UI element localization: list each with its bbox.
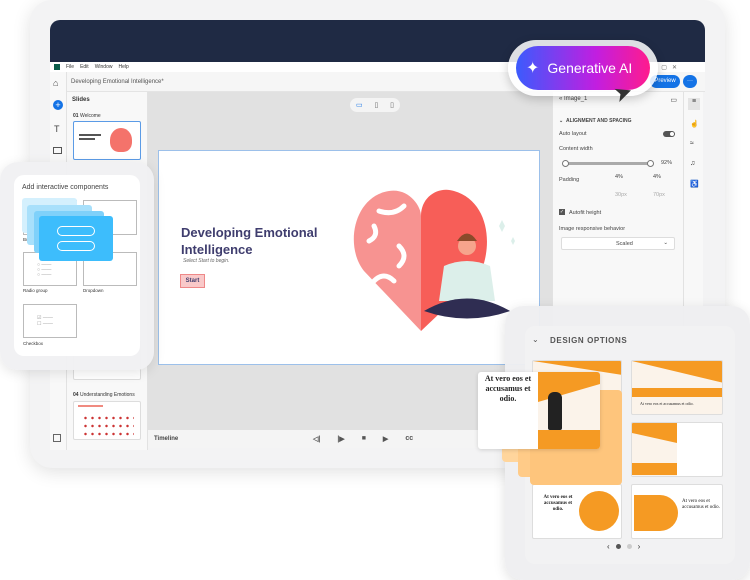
menu-edit[interactable]: Edit <box>80 64 89 70</box>
stop-icon[interactable]: ■ <box>362 435 366 443</box>
generative-ai-label: Generative AI <box>547 60 633 76</box>
slide-label: Understanding Emotions <box>79 392 135 398</box>
chevron-left-icon[interactable]: ‹ <box>607 542 610 551</box>
design-options-title: DESIGN OPTIONS <box>550 336 628 345</box>
autofit-label: Autofit height <box>569 210 602 216</box>
object-name: Image_1 <box>564 96 588 102</box>
chevron-right-icon[interactable]: › <box>638 542 641 551</box>
pagination: ‹ › <box>607 542 640 551</box>
timeline-label: Timeline <box>154 436 179 442</box>
rewind-icon[interactable]: ◁| <box>313 435 320 443</box>
design-option-text: At vero eos et accusamus et odio. <box>640 401 694 406</box>
section-title: ALIGNMENT AND SPACING <box>565 118 632 124</box>
slide-number: 04 <box>73 392 79 398</box>
mobile-icon[interactable]: ▯ <box>390 101 394 109</box>
auto-layout-label: Auto layout <box>559 131 587 137</box>
design-option-2[interactable]: At vero eos et accusamus et odio. <box>631 360 723 415</box>
object-name-row: « Image_1 <box>559 96 588 102</box>
accessibility-icon[interactable]: ♿ <box>690 180 699 188</box>
play-icon[interactable]: ▶ <box>383 435 388 443</box>
properties-icon[interactable]: ≡ <box>688 98 700 110</box>
slide-thumbnail-understanding-emotions[interactable] <box>73 401 141 440</box>
slides-title: Slides <box>72 97 90 103</box>
padding-label: Padding <box>559 177 580 183</box>
tablet-icon[interactable]: ▯ <box>374 101 378 109</box>
components-title: Add interactive components <box>22 184 109 191</box>
text-icon[interactable]: T <box>54 124 60 134</box>
sparkle-icon: ✦ <box>526 60 540 77</box>
design-option-3[interactable] <box>631 422 723 477</box>
home-icon[interactable]: ⌂ <box>53 78 58 88</box>
component-checkbox[interactable]: ☑ —— ☐ —— <box>23 304 77 338</box>
autofit-checkbox[interactable]: ✓ <box>559 209 565 215</box>
responsive-value: Scaled <box>616 241 633 247</box>
slide-thumbnail-welcome[interactable] <box>73 121 141 160</box>
animation-icon[interactable]: ≈ <box>690 140 694 147</box>
brain-heart-illustration <box>353 189 515 331</box>
app-logo-icon <box>54 64 60 70</box>
component-label: Radio group <box>23 288 48 293</box>
padding-right[interactable]: 4% <box>653 174 661 180</box>
desktop-icon[interactable]: ▭ <box>356 101 363 109</box>
slide-title: Developing Emotional Intelligence <box>181 225 318 257</box>
content-width-value: 92% <box>661 160 673 166</box>
design-preview-text: At vero eos et accusamus et odio. <box>484 374 532 403</box>
button-component-preview <box>39 216 113 261</box>
padding-bottom[interactable]: 70px <box>653 192 665 198</box>
padding-left[interactable]: 4% <box>615 174 623 180</box>
design-option-text: At vero eos et accusamus et odio. <box>682 499 720 510</box>
menu-file[interactable]: File <box>66 64 74 70</box>
screen-icon[interactable]: ▭ <box>670 96 677 104</box>
slide-canvas[interactable]: Developing Emotional Intelligence Select… <box>158 150 540 365</box>
design-option-text: At vero eos et accusamus et odio. <box>543 495 573 512</box>
device-switcher: ▭ ▯ ▯ <box>350 98 400 112</box>
section-header[interactable]: ⌄ ALIGNMENT AND SPACING <box>559 118 632 124</box>
slide-number: 01 <box>73 113 79 119</box>
captions-icon[interactable]: cc <box>405 435 413 443</box>
page-dot[interactable] <box>626 544 632 549</box>
more-button[interactable]: ··· <box>683 75 697 88</box>
figure-silhouette <box>548 392 562 430</box>
step-play-icon[interactable]: |▶ <box>337 435 344 443</box>
padding-top[interactable]: 30px <box>615 192 627 198</box>
window-controls[interactable]: ▢ ✕ <box>661 64 677 71</box>
auto-layout-toggle[interactable] <box>663 131 675 137</box>
page-dot-active[interactable] <box>615 544 621 549</box>
start-button[interactable]: Start <box>180 274 205 288</box>
responsive-dropdown[interactable]: Scaled ⌄ <box>561 237 675 250</box>
chevron-down-icon: ⌄ <box>663 240 668 246</box>
content-width-slider[interactable] <box>562 160 654 167</box>
responsive-label: Image responsive behavior <box>559 226 626 232</box>
media-icon[interactable] <box>53 147 62 154</box>
content-width-label: Content width <box>559 146 593 152</box>
design-option-5[interactable]: At vero eos et accusamus et odio. <box>631 484 723 539</box>
slide-subtitle: Select Start to begin. <box>183 258 230 264</box>
slide-label: Welcome <box>79 113 101 119</box>
menu-window[interactable]: Window <box>95 64 113 70</box>
design-preview-card: At vero eos et accusamus et odio. <box>478 372 600 449</box>
add-icon[interactable]: + <box>53 100 63 110</box>
component-label: Dropdown <box>83 288 104 293</box>
assets-icon[interactable] <box>53 434 61 442</box>
interaction-icon[interactable]: ☝ <box>690 120 699 128</box>
audio-icon[interactable]: ♫ <box>690 160 695 167</box>
design-option-4[interactable]: At vero eos et accusamus et odio. <box>532 484 622 539</box>
chevron-down-icon[interactable]: ⌄ <box>532 335 539 344</box>
component-label: Checkbox <box>23 341 44 346</box>
menu-help[interactable]: Help <box>118 64 128 70</box>
